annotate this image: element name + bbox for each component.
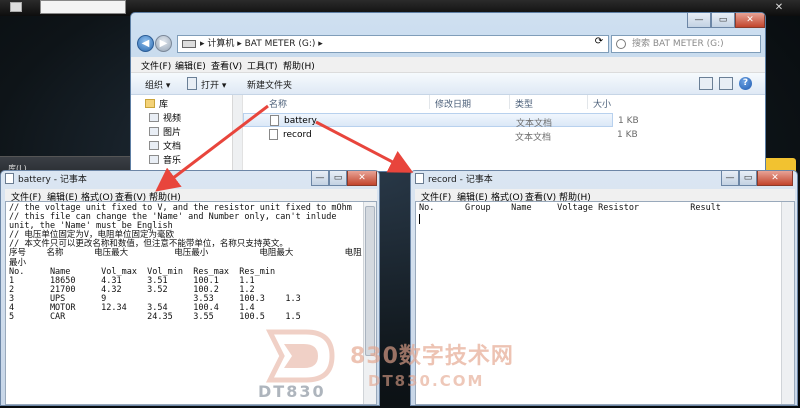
open-icon [187, 77, 197, 90]
battery-maximize-button[interactable]: ▭ [329, 171, 347, 186]
menu-edit[interactable]: 编辑(E) [175, 59, 206, 72]
text-file-icon [270, 115, 279, 126]
library-icon [145, 99, 155, 108]
navigation-pane: 库 视频 图片 文档 音乐 [131, 95, 243, 171]
file-name: battery [284, 116, 317, 126]
column-separator[interactable] [587, 95, 588, 109]
watermark-logo [265, 329, 335, 383]
record-header-line: No. Group Name Voltage Resistor Result [419, 203, 721, 213]
battery-text-line: 序号 名称 电压最大 电压最小 电阻最大 电阻 [9, 248, 362, 259]
battery-scroll-thumb[interactable] [365, 206, 375, 356]
background-search-box[interactable] [40, 0, 126, 14]
column-separator[interactable] [509, 95, 510, 109]
notepad-record-window: record - 记事本 — ▭ ✕ 文件(F) 编辑(E) 格式(O) 查看(… [410, 170, 798, 406]
preview-pane-icon[interactable] [719, 77, 733, 90]
column-header-name[interactable]: 名称 [269, 97, 287, 110]
explorer-window: — ▭ ✕ ◀ ▶ ▸ 计算机 ▸ BAT METER (G:) ▸ ⟳ 搜索 … [130, 12, 766, 172]
video-icon [149, 113, 159, 122]
column-header-type[interactable]: 类型 [515, 97, 533, 110]
file-row-battery[interactable]: battery 文本文档 1 KB [243, 113, 639, 129]
menu-help[interactable]: 帮助(H) [283, 59, 315, 72]
nav-scrollbar[interactable] [232, 95, 242, 171]
record-minimize-button[interactable]: — [721, 171, 739, 186]
view-options-icon[interactable] [699, 77, 713, 90]
notepad-icon [5, 173, 14, 184]
menu-file[interactable]: 文件(F) [141, 59, 171, 72]
watermark-site-name: 830数字技术网 [350, 344, 514, 369]
address-path: ▸ 计算机 ▸ BAT METER (G:) ▸ [200, 39, 323, 49]
column-header-size[interactable]: 大小 [593, 97, 611, 110]
record-close-button[interactable]: ✕ [757, 171, 793, 186]
battery-text-content: // the voltage unit fixed to V, and the … [9, 203, 362, 323]
new-folder-button[interactable]: 新建文件夹 [247, 78, 292, 91]
battery-minimize-button[interactable]: — [311, 171, 329, 186]
file-name: record [283, 130, 312, 140]
open-button[interactable]: 打开 ▾ [201, 78, 226, 91]
drive-icon [182, 40, 196, 48]
nav-item-documents[interactable]: 文档 [149, 139, 181, 152]
nav-item-videos[interactable]: 视频 [149, 111, 181, 124]
nav-item-music[interactable]: 音乐 [149, 153, 181, 166]
battery-menubar: 文件(F) 编辑(E) 格式(O) 查看(V) 帮助(H) [5, 189, 377, 203]
file-list: 名称 修改日期 类型 大小 battery 文本文档 1 KB record 文… [243, 95, 765, 171]
file-size: 1 KB [617, 130, 638, 140]
text-caret [419, 214, 420, 224]
watermark-url: DT830.COM [368, 372, 485, 390]
picture-icon [149, 127, 159, 136]
explorer-body: 库 视频 图片 文档 音乐 名称 修改日期 类型 大小 battery 文本文档… [131, 95, 765, 171]
menu-tools[interactable]: 工具(T) [247, 59, 278, 72]
record-scrollbar[interactable] [781, 202, 794, 404]
refresh-icon[interactable]: ⟳ [591, 36, 607, 50]
organize-button[interactable]: 组织 ▾ [145, 78, 170, 91]
notepad-icon [415, 173, 424, 184]
search-icon [616, 39, 626, 49]
address-row: ◀ ▶ ▸ 计算机 ▸ BAT METER (G:) ▸ ⟳ 搜索 BAT ME… [131, 31, 765, 57]
record-maximize-button[interactable]: ▭ [739, 171, 757, 186]
file-size: 1 KB [618, 116, 639, 126]
maximize-button[interactable]: ▭ [711, 13, 735, 28]
background-close-icon[interactable]: ✕ [772, 2, 786, 14]
desktop-app-icon[interactable] [10, 2, 22, 12]
help-icon[interactable]: ? [739, 77, 752, 90]
battery-close-button[interactable]: ✕ [347, 171, 377, 186]
explorer-menubar: 文件(F) 编辑(E) 查看(V) 工具(T) 帮助(H) [131, 57, 765, 73]
nav-item-pictures[interactable]: 图片 [149, 125, 181, 138]
document-icon [149, 141, 159, 150]
forward-button[interactable]: ▶ [155, 35, 172, 52]
explorer-caption-bar[interactable]: — ▭ ✕ [131, 13, 765, 31]
file-type: 文本文档 [515, 133, 552, 143]
notepad-record-title[interactable]: record - 记事本 [415, 173, 493, 187]
explorer-toolbar: 组织 ▾ 打开 ▾ 新建文件夹 ? [131, 73, 765, 95]
minimize-button[interactable]: — [687, 13, 711, 28]
nav-item-libraries[interactable]: 库 [145, 97, 168, 110]
search-input[interactable]: 搜索 BAT METER (G:) [611, 35, 761, 53]
record-menubar: 文件(F) 编辑(E) 格式(O) 查看(V) 帮助(H) [415, 189, 795, 203]
text-file-icon [269, 129, 278, 140]
address-bar[interactable]: ▸ 计算机 ▸ BAT METER (G:) ▸ [177, 35, 609, 53]
music-icon [149, 155, 159, 164]
watermark-brand: DT830 [258, 382, 326, 401]
notepad-battery-title[interactable]: battery - 记事本 [5, 173, 87, 187]
search-placeholder: 搜索 BAT METER (G:) [632, 39, 724, 49]
battery-text-line: 5 CAR 24.35 3.55 100.5 1.5 [9, 312, 301, 323]
column-header-date[interactable]: 修改日期 [435, 97, 471, 110]
close-button[interactable]: ✕ [735, 13, 765, 28]
menu-view[interactable]: 查看(V) [211, 59, 242, 72]
back-button[interactable]: ◀ [137, 35, 154, 52]
file-row-record[interactable]: record 文本文档 1 KB [243, 128, 638, 143]
column-separator[interactable] [429, 95, 430, 109]
